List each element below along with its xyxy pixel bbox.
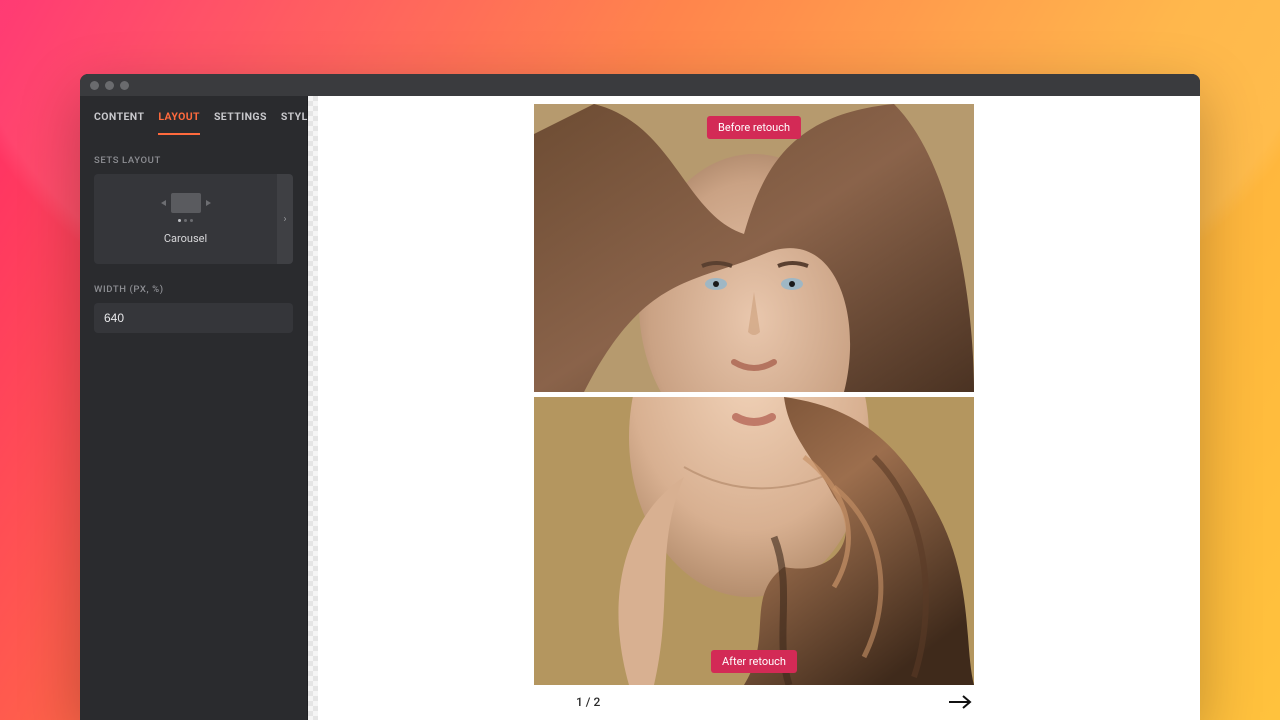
tab-content[interactable]: CONTENT — [94, 110, 144, 135]
arrow-right-icon — [948, 695, 972, 709]
editor-sidebar: CONTENT LAYOUT SETTINGS STYLE SETS LAYOU… — [80, 96, 308, 720]
app-body: CONTENT LAYOUT SETTINGS STYLE SETS LAYOU… — [80, 96, 1200, 720]
carousel-next-button[interactable] — [948, 695, 972, 709]
app-window: CONTENT LAYOUT SETTINGS STYLE SETS LAYOU… — [80, 74, 1200, 720]
preview-canvas: Before retouch — [308, 96, 1200, 720]
before-label-badge: Before retouch — [707, 116, 801, 139]
chevron-right-icon: › — [283, 214, 286, 225]
layout-option-label: Carousel — [164, 232, 207, 245]
after-image: After retouch — [534, 397, 974, 685]
tab-settings[interactable]: SETTINGS — [214, 110, 267, 135]
traffic-light-zoom[interactable] — [120, 81, 129, 90]
layout-next-button[interactable]: › — [277, 174, 293, 264]
layout-option-carousel[interactable]: Carousel — [94, 174, 277, 264]
tab-layout[interactable]: LAYOUT — [158, 110, 200, 135]
traffic-light-close[interactable] — [90, 81, 99, 90]
after-label-badge: After retouch — [711, 650, 797, 673]
page-indicator: 1 / 2 — [576, 695, 600, 709]
traffic-light-minimize[interactable] — [105, 81, 114, 90]
carousel-dots-icon — [178, 219, 193, 222]
before-image: Before retouch — [534, 104, 974, 392]
carousel-thumb-icon — [171, 193, 201, 213]
sets-layout-label: SETS LAYOUT — [80, 135, 307, 174]
before-after-carousel: Before retouch — [534, 104, 974, 709]
transparency-grid — [308, 96, 318, 720]
sidebar-tabs: CONTENT LAYOUT SETTINGS STYLE — [80, 96, 307, 135]
layout-picker: Carousel › — [94, 174, 293, 264]
carousel-pager: 1 / 2 — [534, 685, 974, 709]
width-input[interactable] — [94, 303, 293, 333]
window-titlebar — [80, 74, 1200, 96]
width-label: WIDTH (PX, %) — [80, 264, 307, 303]
